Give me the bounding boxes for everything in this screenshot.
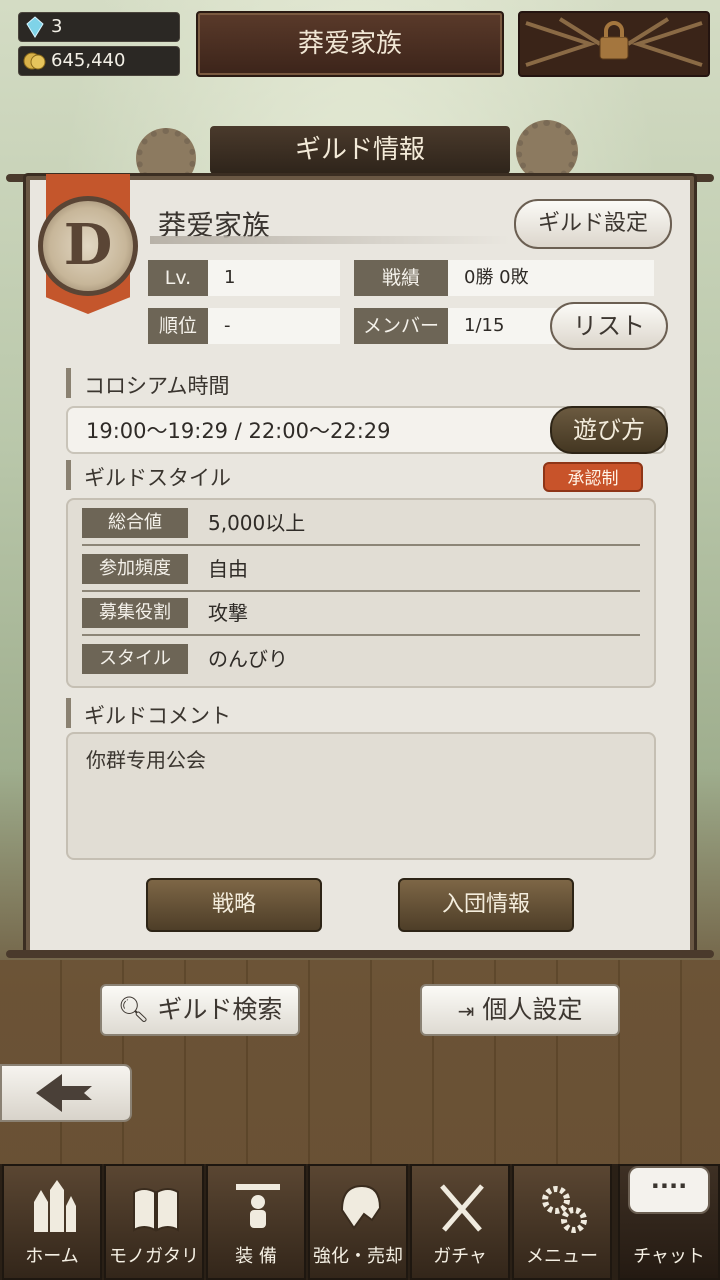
style-row-label: 募集役割 <box>82 598 188 628</box>
panel-bottom-rod <box>6 950 714 958</box>
guild-search-button[interactable]: 🔍︎ ギルド検索 <box>100 984 300 1036</box>
chat-icon[interactable]: ···· <box>628 1166 710 1214</box>
guild-style-title: ギルドスタイル <box>84 466 231 490</box>
member-list-button[interactable]: リスト <box>550 302 668 350</box>
record-label: 戦績 <box>354 260 448 296</box>
bottom-nav: ホーム モノガタリ 装 備 強化・売却 ガチャ メニュー チャット <box>0 1164 720 1280</box>
level-label: Lv. <box>148 260 208 296</box>
nav-label: モノガタリ <box>109 1246 199 1267</box>
panel-title: ギルド情報 <box>210 126 510 174</box>
personal-settings-button[interactable]: ⇥ 個人設定 <box>420 984 620 1036</box>
crystal-count: 3 <box>51 16 63 37</box>
nav-gacha[interactable]: ガチャ <box>410 1164 510 1280</box>
nav-home[interactable]: ホーム <box>2 1164 102 1280</box>
row-divider <box>82 544 640 546</box>
approval-badge: 承認制 <box>543 462 643 492</box>
guild-title-banner[interactable]: 莽爱家族 <box>196 11 504 77</box>
guild-search-label: ギルド検索 <box>157 995 283 1024</box>
join-info-button[interactable]: 入団情報 <box>398 878 574 932</box>
search-icon: 🔍︎ <box>117 995 150 1024</box>
nav-label: ホーム <box>25 1246 79 1267</box>
style-row-value: のんびり <box>208 647 288 671</box>
nav-menu[interactable]: メニュー <box>512 1164 612 1280</box>
gold-count: 645,440 <box>51 50 126 71</box>
gear-decoration-right <box>516 120 578 182</box>
nav-label: メニュー <box>526 1246 598 1267</box>
how-to-play-button[interactable]: 遊び方 <box>550 406 668 454</box>
nav-enhance-sell[interactable]: 強化・売却 <box>308 1164 408 1280</box>
gold-coin-icon <box>23 52 46 70</box>
guild-comment-text: 你群专用公会 <box>66 732 656 860</box>
rank-value: - <box>208 308 340 344</box>
equipment-icon <box>236 1184 280 1228</box>
enter-arrow-icon: ⇥ <box>457 999 475 1023</box>
record-value: 0勝 0敗 <box>448 260 654 296</box>
colosseum-title: コロシアム時間 <box>84 374 230 398</box>
style-row-label: 参加頻度 <box>82 554 188 584</box>
style-row-label: スタイル <box>82 644 188 674</box>
style-row-value: 自由 <box>208 557 248 581</box>
section-marker <box>66 368 71 398</box>
guild-settings-button[interactable]: ギルド設定 <box>514 199 672 249</box>
nav-label: 装 備 <box>235 1246 277 1267</box>
rank-label: 順位 <box>148 308 208 344</box>
style-row-label: 総合値 <box>82 508 188 538</box>
style-row-value: 攻撃 <box>208 601 248 625</box>
section-marker <box>66 698 71 728</box>
guild-comment-title: ギルドコメント <box>84 704 231 728</box>
gold-counter: 645,440 <box>18 46 180 76</box>
book-icon <box>133 1188 179 1232</box>
guild-style-table: 総合値 5,000以上 参加頻度 自由 募集役割 攻撃 スタイル のんびり <box>66 498 656 688</box>
style-row-value: 5,000以上 <box>208 511 306 535</box>
row-divider <box>82 634 640 636</box>
level-value: 1 <box>208 260 340 296</box>
back-arrow-icon <box>36 1074 92 1112</box>
chain-lock-icon <box>525 17 703 67</box>
personal-settings-label: 個人設定 <box>482 995 583 1024</box>
row-divider <box>82 590 640 592</box>
nav-label: チャット <box>633 1246 705 1267</box>
swords-icon <box>440 1184 484 1232</box>
castle-icon <box>34 1180 76 1232</box>
nav-label: 強化・売却 <box>313 1246 403 1267</box>
nav-equipment[interactable]: 装 備 <box>206 1164 306 1280</box>
gears-icon <box>542 1186 587 1233</box>
section-marker <box>66 460 71 490</box>
back-button[interactable] <box>0 1064 132 1122</box>
members-label: メンバー <box>354 308 448 344</box>
crystal-icon <box>26 16 44 38</box>
helmet-icon <box>340 1184 382 1230</box>
locked-slot[interactable] <box>518 11 710 77</box>
crystal-counter: 3 <box>18 12 180 42</box>
name-underline <box>150 236 510 244</box>
nav-story[interactable]: モノガタリ <box>104 1164 204 1280</box>
guild-rank-emblem: D <box>38 196 138 296</box>
nav-label: ガチャ <box>433 1246 487 1267</box>
strategy-button[interactable]: 戦略 <box>146 878 322 932</box>
